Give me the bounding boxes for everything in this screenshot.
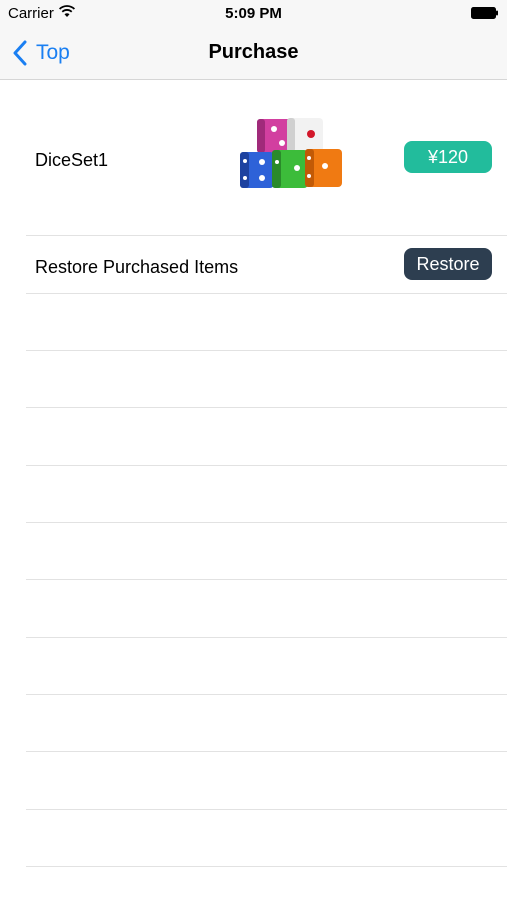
navigation-bar: Top Purchase (0, 28, 507, 80)
empty-table-row (0, 408, 507, 465)
empty-table-row (0, 523, 507, 580)
empty-table-row (0, 580, 507, 637)
page-title: Purchase (208, 41, 299, 63)
empty-table-row (0, 638, 507, 695)
empty-table-row (0, 752, 507, 809)
restore-button[interactable]: Restore (404, 248, 492, 280)
restore-label: Restore Purchased Items (35, 257, 239, 277)
empty-table-row (0, 695, 507, 752)
status-time: 5:09 PM (225, 5, 282, 22)
restore-row: Restore Purchased Items Restore (0, 236, 507, 293)
buy-button[interactable]: ¥120 (404, 141, 492, 173)
empty-table-row (0, 466, 507, 523)
dice-set-image (240, 118, 342, 188)
row-separator (26, 866, 507, 867)
product-name: DiceSet1 (35, 150, 109, 170)
product-row: DiceSet1 ¥120 (0, 80, 507, 235)
empty-table-row (0, 294, 507, 351)
empty-table-row (0, 351, 507, 408)
empty-table-row (0, 810, 507, 867)
battery-icon (471, 7, 498, 19)
status-bar: Carrier 5:09 PM (0, 0, 507, 28)
